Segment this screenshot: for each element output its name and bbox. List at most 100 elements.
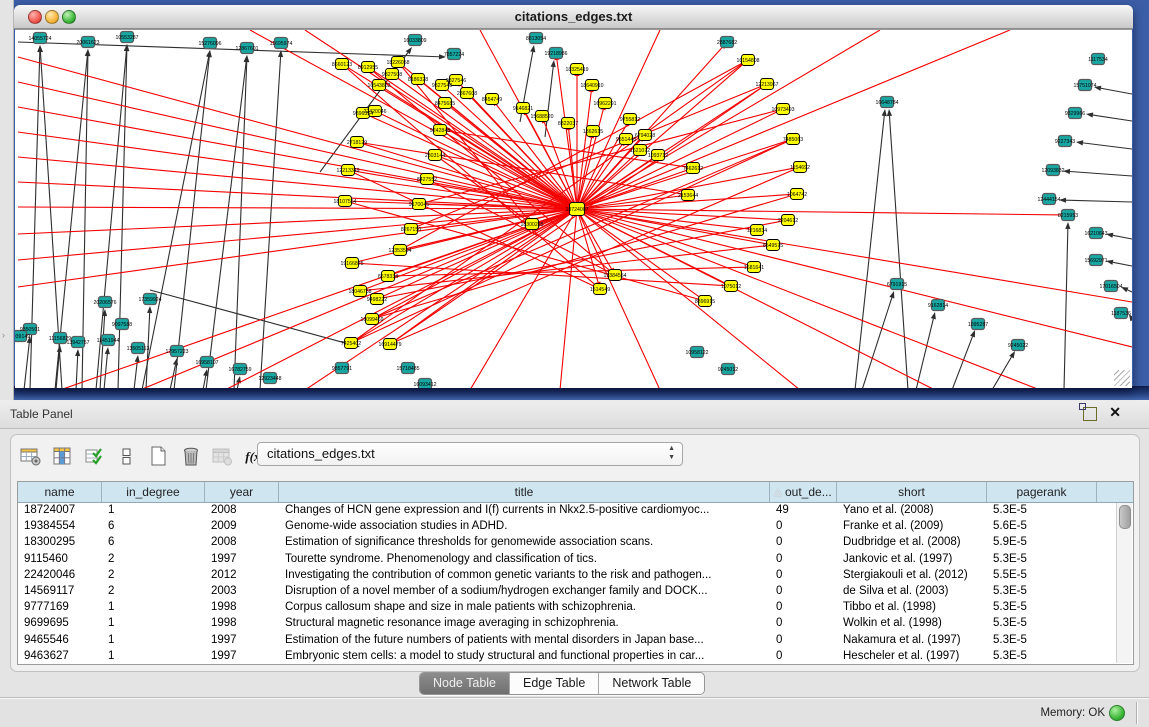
table-cell: 2012 — [205, 568, 279, 584]
network-window-titlebar[interactable]: citations_edges.txt — [14, 5, 1133, 29]
table-cell: Nakamura et al. (1997) — [837, 633, 987, 649]
table-cell: de Silva et al. (2003) — [837, 584, 987, 600]
new-table-icon[interactable] — [147, 445, 171, 469]
graph-node-label: 8267150 — [401, 227, 421, 233]
table-cell: Embryonic stem cells: a model to study s… — [279, 649, 770, 665]
graph-node-label: 7485063 — [783, 137, 803, 143]
table-row[interactable]: 1938455462009Genome-wide association stu… — [18, 519, 1133, 535]
import-table-icon[interactable] — [211, 445, 235, 469]
graph-node-label: 9329966 — [1065, 111, 1085, 117]
graph-node-label: 18300295 — [520, 222, 543, 228]
table-row[interactable]: 2242004622012Investigating the contribut… — [18, 568, 1133, 584]
graph-node-label: 10553287 — [115, 35, 138, 41]
float-panel-icon[interactable] — [1083, 407, 1097, 421]
table-cell: 2003 — [205, 584, 279, 600]
graph-node-label: 1154692 — [790, 165, 810, 171]
column-header-name[interactable]: name — [18, 482, 102, 502]
table-cell: 2009 — [205, 519, 279, 535]
graph-node-label: 9097588 — [112, 322, 132, 328]
table-cell: 6 — [102, 535, 205, 551]
application-window: citations_edges.txt 18724007140557242006… — [0, 0, 1149, 727]
table-cell: Stergiakouli et al. (2012) — [837, 568, 987, 584]
table-selector-dropdown[interactable]: citations_edges.txt ▲▼ — [257, 442, 683, 466]
column-header-indegree[interactable]: in_degree — [102, 482, 205, 502]
tab-edge-table[interactable]: Edge Table — [510, 673, 599, 694]
graph-node-label: 16033809 — [403, 38, 426, 44]
table-settings-icon[interactable] — [19, 445, 43, 469]
column-header-year[interactable]: year — [205, 482, 279, 502]
table-row[interactable]: 911546021997Tourette syndrome. Phenomeno… — [18, 552, 1133, 568]
graph-node-label: 18325419 — [565, 67, 588, 73]
graph-node-label: 6791915 — [887, 282, 907, 288]
window-resize-grip[interactable] — [1114, 370, 1130, 386]
tab-node-table[interactable]: Node Table — [420, 673, 510, 694]
table-row[interactable]: 1872400712008Changes of HCN gene express… — [18, 503, 1133, 519]
table-cell: 1997 — [205, 552, 279, 568]
column-visibility-icon[interactable] — [51, 445, 75, 469]
delete-table-icon[interactable] — [179, 445, 203, 469]
graph-node-label: 15688520 — [530, 114, 553, 120]
scrollbar-thumb[interactable] — [1119, 505, 1131, 529]
table-panel: Table Panel ✕ — [0, 400, 1149, 727]
table-cell: Corpus callosum shape and size in male p… — [279, 600, 770, 616]
graph-node-label: 8427552 — [417, 177, 437, 183]
table-row[interactable]: 946362711997Embryonic stem cells: a mode… — [18, 649, 1133, 665]
table-row[interactable]: 946554611997Estimation of the future num… — [18, 633, 1133, 649]
graph-node-label: 16093412 — [413, 382, 436, 388]
graph-node-label: 16648784 — [875, 100, 898, 106]
table-cell: 5.3E-5 — [987, 552, 1097, 568]
divider-collapse-icon[interactable]: › — [2, 330, 5, 340]
graph-node-label: 16962291 — [593, 101, 616, 107]
table-row[interactable]: 977716911998Corpus callosum shape and si… — [18, 600, 1133, 616]
table-panel-body: f(x) citations_edges.txt ▲▼ namein_degre… — [10, 434, 1140, 672]
table-cell: 2008 — [205, 535, 279, 551]
graph-node-label: 15692971 — [1084, 258, 1107, 264]
graph-node-label: 12923448 — [258, 376, 281, 382]
network-window-title: citations_edges.txt — [14, 9, 1133, 24]
table-cell: 14569117 — [18, 584, 102, 600]
table-cell: Dudbridge et al. (2008) — [837, 535, 987, 551]
graph-node-label: 9227343 — [1055, 139, 1075, 145]
select-mode-icon[interactable] — [83, 445, 107, 469]
graph-node-label: 10973493 — [771, 107, 794, 113]
table-tabs: Node TableEdge TableNetwork Table — [419, 672, 705, 695]
memory-ok-indicator-icon[interactable] — [1109, 705, 1125, 721]
table-vertical-scrollbar[interactable] — [1116, 503, 1132, 663]
network-view-window[interactable]: citations_edges.txt 18724007140557242006… — [14, 5, 1133, 388]
graph-node-label: 20061623 — [76, 40, 99, 46]
graph-node-label: 8896915 — [695, 299, 715, 305]
table-cell: 5.3E-5 — [987, 633, 1097, 649]
table-cell: 5.3E-5 — [987, 503, 1097, 519]
graph-node-label: 1075012 — [721, 284, 741, 290]
table-header-row[interactable]: namein_degreeyeartitle△out_de...shortpag… — [18, 482, 1133, 503]
table-cell: Disruption of a novel member of a sodium… — [279, 584, 770, 600]
node-table[interactable]: namein_degreeyeartitle△out_de...shortpag… — [17, 481, 1134, 665]
table-row[interactable]: 969969511998Structural magnetic resonanc… — [18, 616, 1133, 632]
graph-node-label: 19384554 — [603, 273, 626, 279]
table-cell: 9115460 — [18, 552, 102, 568]
row-height-icon[interactable] — [115, 445, 139, 469]
graph-node-label: 9755812 — [620, 117, 640, 123]
table-cell: Estimation of significance thresholds fo… — [279, 535, 770, 551]
control-panel-divider[interactable]: › — [0, 0, 14, 400]
table-cell: 0 — [770, 535, 837, 551]
graph-node-label: 7462612 — [683, 166, 703, 172]
table-toolbar: f(x) — [19, 443, 267, 471]
table-cell: 22420046 — [18, 568, 102, 584]
graph-node-label: 22420046 — [363, 109, 386, 115]
table-row[interactable]: 1830029562008Estimation of significance … — [18, 535, 1133, 551]
column-header-title[interactable]: title — [279, 482, 770, 502]
graph-node-label: 8549575 — [763, 243, 783, 249]
graph-node-label: 8454749 — [482, 97, 502, 103]
column-header-short[interactable]: short — [837, 482, 987, 502]
network-canvas[interactable]: 1872400714055724200616231055328715276096… — [15, 29, 1132, 388]
graph-node-label: 18640910 — [580, 83, 603, 89]
graph-node-label: 18226058 — [386, 60, 409, 66]
table-row[interactable]: 1456911722003Disruption of a novel membe… — [18, 584, 1133, 600]
close-panel-icon[interactable]: ✕ — [1109, 404, 1121, 421]
graph-node-label: 12093832 — [1041, 168, 1064, 174]
graph-node-label: 2204612 — [778, 218, 798, 224]
tab-network-table[interactable]: Network Table — [599, 673, 704, 694]
column-header-pagerank[interactable]: pagerank — [987, 482, 1097, 502]
column-header-outde[interactable]: △out_de... — [770, 482, 837, 502]
